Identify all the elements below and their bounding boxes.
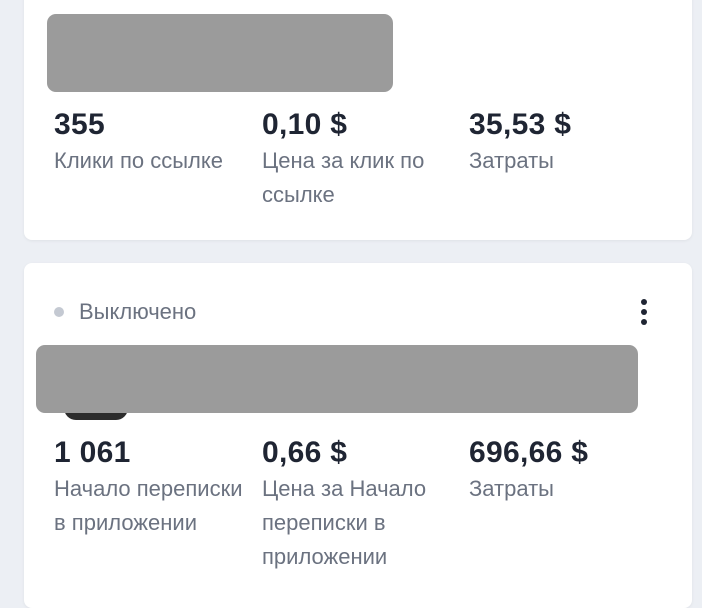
stat-value: 35,53 $: [469, 108, 572, 141]
status-dot-icon: [54, 307, 64, 317]
stat-value: 696,66 $: [469, 436, 589, 469]
stat-link-clicks: 355 Клики по ссылке: [54, 108, 254, 178]
ad-status: Выключено: [54, 297, 196, 327]
stat-cost-per-link-click: 0,10 $ Цена за клик по ссылке: [262, 108, 457, 212]
stat-label: Затраты: [469, 476, 554, 501]
stat-cost-per-conversation: 0,66 $ Цена за Начало переписки в прилож…: [262, 436, 457, 574]
stat-value: 0,10 $: [262, 108, 348, 141]
stat-label: Клики по ссылке: [54, 148, 223, 173]
status-label: Выключено: [79, 299, 197, 324]
stat-label: Начало переписки в приложении: [54, 476, 243, 535]
vertical-ellipsis-icon: [641, 299, 647, 305]
stat-conversations-started: 1 061 Начало переписки в приложении: [54, 436, 249, 540]
redacted-ad-title: [47, 14, 393, 92]
stat-spend: 696,66 $ Затраты: [469, 436, 689, 506]
stat-label: Цена за Начало переписки в приложении: [262, 476, 427, 569]
stat-value: 1 061: [54, 436, 131, 469]
stat-value: 355: [54, 108, 105, 141]
stat-spend: 35,53 $ Затраты: [469, 108, 669, 178]
stat-label: Цена за клик по ссылке: [262, 148, 425, 207]
more-options-button[interactable]: [630, 295, 658, 329]
stat-label: Затраты: [469, 148, 554, 173]
redacted-ad-title: [36, 345, 638, 413]
stat-value: 0,66 $: [262, 436, 348, 469]
